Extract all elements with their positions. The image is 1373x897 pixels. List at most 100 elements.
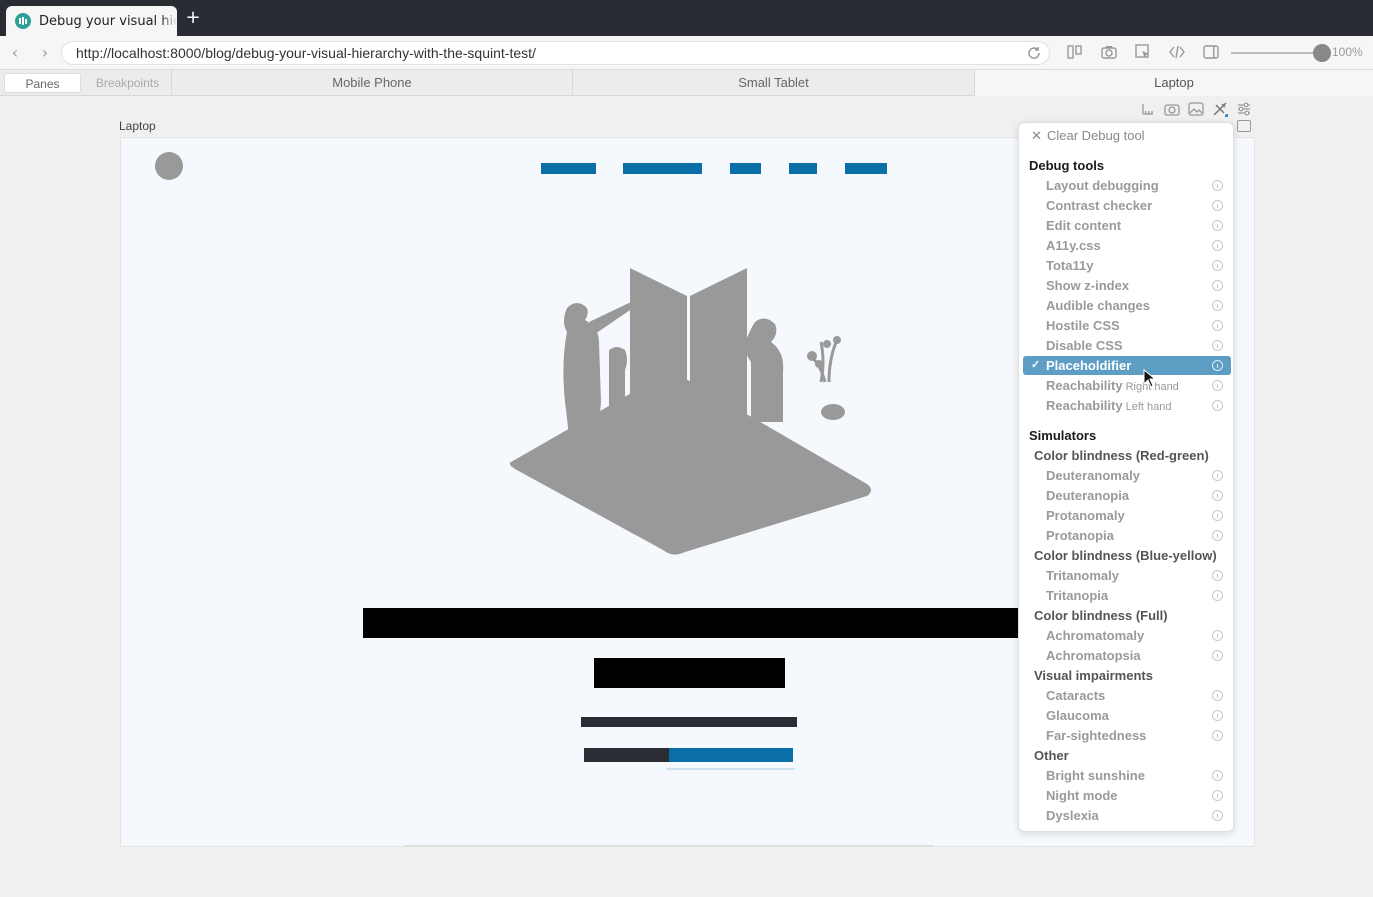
- debug-tool-item[interactable]: Show z-index: [1023, 276, 1231, 295]
- info-icon[interactable]: [1212, 180, 1223, 191]
- debug-tool-item[interactable]: Layout debugging: [1023, 176, 1231, 195]
- info-icon[interactable]: [1212, 490, 1223, 501]
- info-icon[interactable]: [1212, 280, 1223, 291]
- close-icon: ✕: [1031, 128, 1042, 143]
- info-icon[interactable]: [1212, 200, 1223, 211]
- debug-tool-item[interactable]: Contrast checker: [1023, 196, 1231, 215]
- panes-segment-button[interactable]: Panes: [4, 73, 81, 93]
- sidebar-toggle-icon[interactable]: [1202, 43, 1220, 61]
- camera-icon[interactable]: [1100, 43, 1118, 61]
- ruler-icon[interactable]: [1140, 101, 1156, 117]
- info-icon[interactable]: [1212, 510, 1223, 521]
- tab-small-tablet[interactable]: Small Tablet: [572, 70, 974, 96]
- element-inspector-icon[interactable]: [1134, 43, 1152, 61]
- simulator-item[interactable]: Protanomaly: [1023, 506, 1231, 525]
- debug-tool-label: Tota11y: [1046, 258, 1094, 273]
- debug-tool-item[interactable]: Hostile CSS: [1023, 316, 1231, 335]
- debug-tool-item[interactable]: Reachability Right hand: [1023, 376, 1231, 395]
- info-icon[interactable]: [1212, 630, 1223, 641]
- clear-debug-tool-button[interactable]: ✕ Clear Debug tool: [1023, 126, 1231, 145]
- placeholder-divider: [404, 845, 934, 846]
- placeholder-meta-line: [581, 717, 797, 727]
- simulator-item[interactable]: Tritanomaly: [1023, 566, 1231, 585]
- simulator-item[interactable]: Tritanopia: [1023, 586, 1231, 605]
- info-icon[interactable]: [1212, 730, 1223, 741]
- simulator-item[interactable]: Deuteranomaly: [1023, 466, 1231, 485]
- debug-tool-item[interactable]: A11y.css: [1023, 236, 1231, 255]
- info-icon[interactable]: [1212, 590, 1223, 601]
- debug-tool-item[interactable]: Reachability Left hand: [1023, 396, 1231, 415]
- info-icon[interactable]: [1212, 710, 1223, 721]
- url-input[interactable]: http://localhost:8000/blog/debug-your-vi…: [61, 41, 1050, 65]
- placeholder-nav-link[interactable]: [845, 163, 887, 174]
- zoom-slider-track[interactable]: [1231, 52, 1323, 54]
- pane-settings-icon[interactable]: [1236, 101, 1252, 117]
- polypane-favicon-icon: [15, 13, 31, 29]
- simulator-label: Achromatopsia: [1046, 648, 1141, 663]
- debug-tools-icon[interactable]: [1212, 101, 1228, 117]
- simulator-item[interactable]: Achromatomaly: [1023, 626, 1231, 645]
- info-icon[interactable]: [1212, 220, 1223, 231]
- info-icon[interactable]: [1212, 690, 1223, 701]
- zoom-slider-thumb[interactable]: [1313, 44, 1331, 62]
- simulator-item[interactable]: Bright sunshine: [1023, 766, 1231, 785]
- breakpoints-segment-button[interactable]: Breakpoints: [85, 73, 170, 93]
- reload-icon[interactable]: [1026, 45, 1042, 61]
- simulator-item[interactable]: Dyslexia: [1023, 806, 1231, 825]
- info-icon[interactable]: [1212, 320, 1223, 331]
- pane-screenshot-icon[interactable]: [1164, 101, 1180, 117]
- tab-laptop[interactable]: Laptop: [974, 70, 1373, 96]
- placeholder-nav-link[interactable]: [789, 163, 817, 174]
- debug-tool-item[interactable]: Disable CSS: [1023, 336, 1231, 355]
- tab-mobile-phone[interactable]: Mobile Phone: [171, 70, 572, 96]
- info-icon[interactable]: [1212, 260, 1223, 271]
- info-icon[interactable]: [1212, 400, 1223, 411]
- simulator-group-heading: Color blindness (Full): [1034, 608, 1168, 623]
- simulator-label: Protanopia: [1046, 528, 1114, 543]
- simulator-item[interactable]: Night mode: [1023, 786, 1231, 805]
- info-icon[interactable]: [1212, 790, 1223, 801]
- info-icon[interactable]: [1212, 300, 1223, 311]
- placeholder-nav-link[interactable]: [541, 163, 596, 174]
- debug-tool-label: Hostile CSS: [1046, 318, 1120, 333]
- info-icon[interactable]: [1212, 530, 1223, 541]
- info-icon[interactable]: [1212, 380, 1223, 391]
- image-overlay-icon[interactable]: [1188, 101, 1204, 117]
- simulator-item[interactable]: Deuteranopia: [1023, 486, 1231, 505]
- info-icon[interactable]: [1212, 810, 1223, 821]
- info-icon[interactable]: [1212, 770, 1223, 781]
- debug-tool-label: Reachability: [1046, 378, 1123, 393]
- placeholder-link[interactable]: [669, 748, 793, 762]
- simulator-item[interactable]: Glaucoma: [1023, 706, 1231, 725]
- info-icon[interactable]: [1212, 240, 1223, 251]
- debug-tool-item[interactable]: Audible changes: [1023, 296, 1231, 315]
- info-icon[interactable]: [1212, 340, 1223, 351]
- pane-size-icon[interactable]: [1237, 120, 1251, 132]
- debug-tool-label: Placeholdifier: [1046, 358, 1132, 373]
- debug-tool-item[interactable]: ✓ Placeholdifier: [1023, 356, 1231, 375]
- placeholder-nav-link[interactable]: [623, 163, 702, 174]
- forward-icon[interactable]: ›: [36, 44, 54, 62]
- browser-tab[interactable]: Debug your visual hie: [6, 6, 177, 36]
- new-tab-button[interactable]: +: [184, 9, 202, 27]
- simulator-item[interactable]: Far-sightedness: [1023, 726, 1231, 745]
- placeholder-nav-link[interactable]: [730, 163, 761, 174]
- debug-tool-label: Audible changes: [1046, 298, 1151, 313]
- simulator-item[interactable]: Achromatopsia: [1023, 646, 1231, 665]
- debug-tool-item[interactable]: Tota11y: [1023, 256, 1231, 275]
- info-icon[interactable]: [1212, 470, 1223, 481]
- browser-tab-bar: Debug your visual hie +: [0, 0, 1373, 36]
- simulator-item[interactable]: Protanopia: [1023, 526, 1231, 545]
- simulator-label: Night mode: [1046, 788, 1118, 803]
- simulator-item[interactable]: Cataracts: [1023, 686, 1231, 705]
- back-icon[interactable]: ‹: [6, 44, 24, 62]
- simulator-group-heading: Other: [1034, 748, 1069, 763]
- info-icon[interactable]: [1212, 650, 1223, 661]
- code-icon[interactable]: [1168, 43, 1186, 61]
- info-icon[interactable]: [1212, 570, 1223, 581]
- panes-layout-icon[interactable]: [1066, 43, 1084, 61]
- debug-tool-item[interactable]: Edit content: [1023, 216, 1231, 235]
- info-icon[interactable]: [1212, 360, 1223, 371]
- debug-tool-label: Edit content: [1046, 218, 1122, 233]
- simulator-label: Tritanomaly: [1046, 568, 1119, 583]
